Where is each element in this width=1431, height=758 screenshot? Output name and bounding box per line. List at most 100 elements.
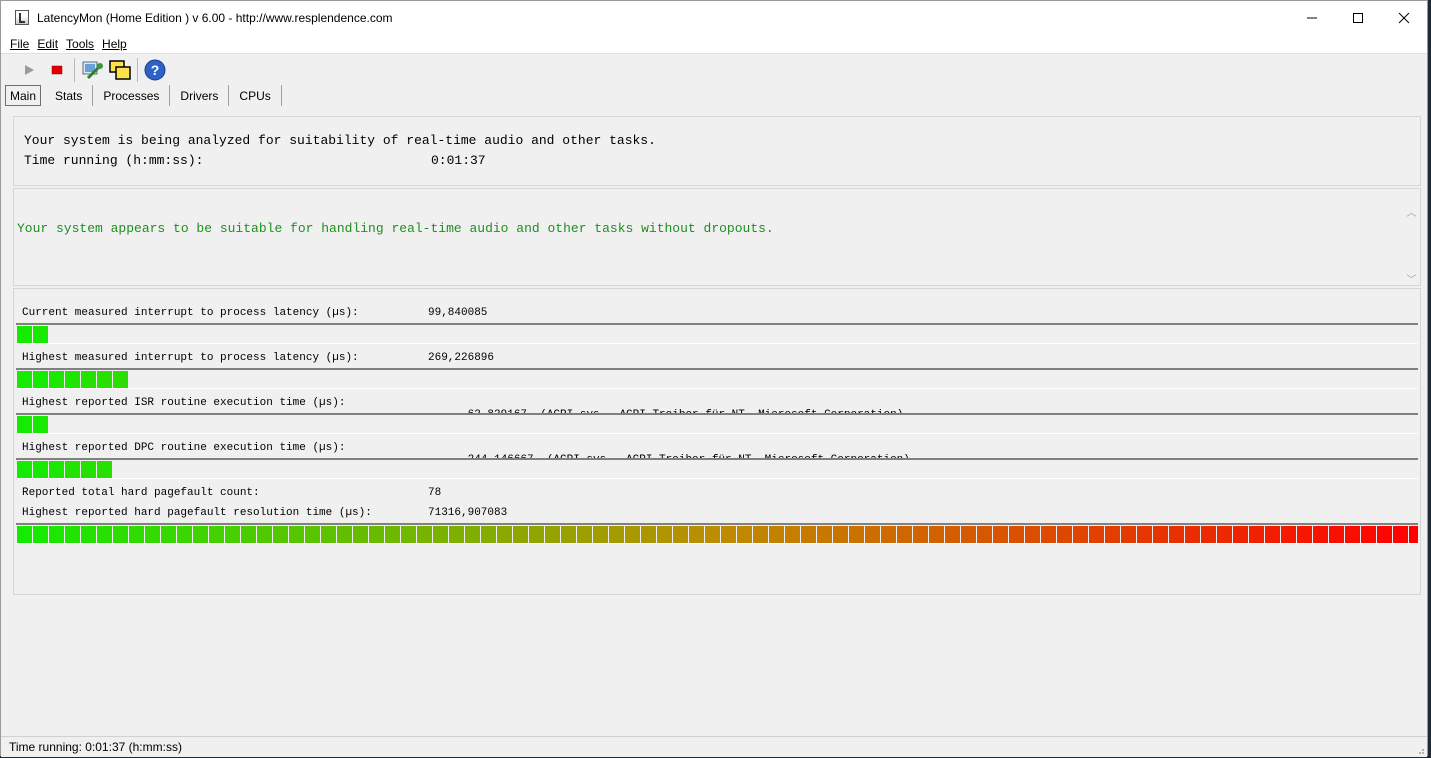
driver-settings-button[interactable] xyxy=(78,57,106,83)
menu-edit[interactable]: Edit xyxy=(37,37,58,51)
toolbar-separator xyxy=(74,58,75,82)
bar-segment xyxy=(1201,526,1216,543)
bar-segment xyxy=(945,526,960,543)
stop-icon xyxy=(51,65,63,75)
bar-segment xyxy=(1137,526,1152,543)
bar-segment xyxy=(1217,526,1232,543)
bar-segment xyxy=(97,461,112,478)
tab-processes[interactable]: Processes xyxy=(93,85,171,106)
tab-main[interactable]: Main xyxy=(5,85,42,106)
bar-segment xyxy=(33,461,48,478)
tab-cpus[interactable]: CPUs xyxy=(229,85,282,106)
bar-segment xyxy=(513,526,528,543)
pagefault-count-value: 78 xyxy=(428,487,442,499)
minimize-icon xyxy=(1307,17,1317,18)
verdict-text-area[interactable]: Your system appears to be suitable for h… xyxy=(14,203,1402,287)
bar-segment xyxy=(1185,526,1200,543)
bar-segment xyxy=(593,526,608,543)
dpc-time-bar xyxy=(16,458,1418,479)
bar-segment xyxy=(961,526,976,543)
bar-segment xyxy=(1249,526,1264,543)
driver-settings-icon xyxy=(82,61,103,80)
bar-segment xyxy=(65,371,80,388)
bar-segment xyxy=(769,526,784,543)
bar-segment xyxy=(321,526,336,543)
bar-segment xyxy=(1105,526,1120,543)
highest-latency-bar xyxy=(16,368,1418,389)
bar-segment xyxy=(257,526,272,543)
bar-segment xyxy=(1361,526,1376,543)
bar-segment xyxy=(81,526,96,543)
bar-segment xyxy=(1009,526,1024,543)
bar-segment xyxy=(81,461,96,478)
current-latency-label: Current measured interrupt to process la… xyxy=(22,307,359,319)
bar-segment xyxy=(1265,526,1280,543)
maximize-icon xyxy=(1353,12,1363,23)
bar-segment xyxy=(1057,526,1072,543)
bar-segment xyxy=(65,526,80,543)
bar-segment xyxy=(529,526,544,543)
svg-text:?: ? xyxy=(151,62,160,78)
bar-segment xyxy=(33,371,48,388)
bar-segment xyxy=(49,371,64,388)
verdict-message: Your system appears to be suitable for h… xyxy=(17,221,774,236)
bar-segment xyxy=(49,526,64,543)
bar-segment xyxy=(833,526,848,543)
maximize-button[interactable] xyxy=(1335,1,1381,34)
bar-segment xyxy=(1297,526,1312,543)
scroll-up-icon[interactable]: ︿ xyxy=(1403,203,1420,220)
bar-segment xyxy=(113,526,128,543)
help-button[interactable]: ? xyxy=(141,57,169,83)
close-icon xyxy=(1398,12,1410,23)
bar-segment xyxy=(481,526,496,543)
bar-segment xyxy=(33,416,48,433)
bar-segment xyxy=(33,326,48,343)
pagefault-count-label: Reported total hard pagefault count: xyxy=(22,487,260,499)
window-title: LatencyMon (Home Edition ) v 6.00 - http… xyxy=(37,10,393,25)
bar-segment xyxy=(721,526,736,543)
menu-bar: File Edit Tools Help xyxy=(1,34,1427,54)
tab-stats[interactable]: Stats xyxy=(45,85,94,106)
tab-bar: Main Stats Processes Drivers CPUs xyxy=(5,84,282,107)
stop-button[interactable] xyxy=(43,57,71,83)
start-button[interactable] xyxy=(15,57,43,83)
close-button[interactable] xyxy=(1381,1,1427,34)
bar-segment xyxy=(577,526,592,543)
pagefault-time-label: Highest reported hard pagefault resoluti… xyxy=(22,507,372,519)
analysis-status-text: Your system is being analyzed for suitab… xyxy=(24,133,656,148)
bar-segment xyxy=(1073,526,1088,543)
bar-segment xyxy=(417,526,432,543)
bar-segment xyxy=(1153,526,1168,543)
bar-segment xyxy=(433,526,448,543)
windows-button[interactable] xyxy=(106,57,134,83)
highest-latency-value: 269,226896 xyxy=(428,352,495,364)
app-icon xyxy=(15,10,29,25)
status-text: Time running: 0:01:37 (h:mm:ss) xyxy=(9,740,182,754)
bar-segment xyxy=(785,526,800,543)
bar-segment xyxy=(385,526,400,543)
scroll-down-icon[interactable]: ﹀ xyxy=(1403,270,1420,287)
resize-grip-icon[interactable] xyxy=(1415,745,1425,755)
verdict-scrollbar[interactable]: ︿ ﹀ xyxy=(1403,203,1420,287)
minimize-button[interactable] xyxy=(1289,1,1335,34)
tab-drivers[interactable]: Drivers xyxy=(170,85,230,106)
menu-tools[interactable]: Tools xyxy=(66,37,94,51)
bar-segment xyxy=(1377,526,1392,543)
title-bar[interactable]: LatencyMon (Home Edition ) v 6.00 - http… xyxy=(1,1,1427,34)
bar-segment xyxy=(625,526,640,543)
bar-segment xyxy=(641,526,656,543)
bar-segment xyxy=(81,371,96,388)
bar-segment xyxy=(993,526,1008,543)
time-running-label: Time running (h:mm:ss): xyxy=(24,153,204,168)
bar-segment xyxy=(1313,526,1328,543)
bar-segment xyxy=(369,526,384,543)
bar-segment xyxy=(881,526,896,543)
isr-time-bar xyxy=(16,413,1418,434)
bar-segment xyxy=(1041,526,1056,543)
menu-help[interactable]: Help xyxy=(102,37,127,51)
bar-segment xyxy=(113,371,128,388)
bar-segment xyxy=(689,526,704,543)
summary-panel: Your system is being analyzed for suitab… xyxy=(13,116,1421,186)
bar-segment xyxy=(609,526,624,543)
menu-file[interactable]: File xyxy=(10,37,29,51)
